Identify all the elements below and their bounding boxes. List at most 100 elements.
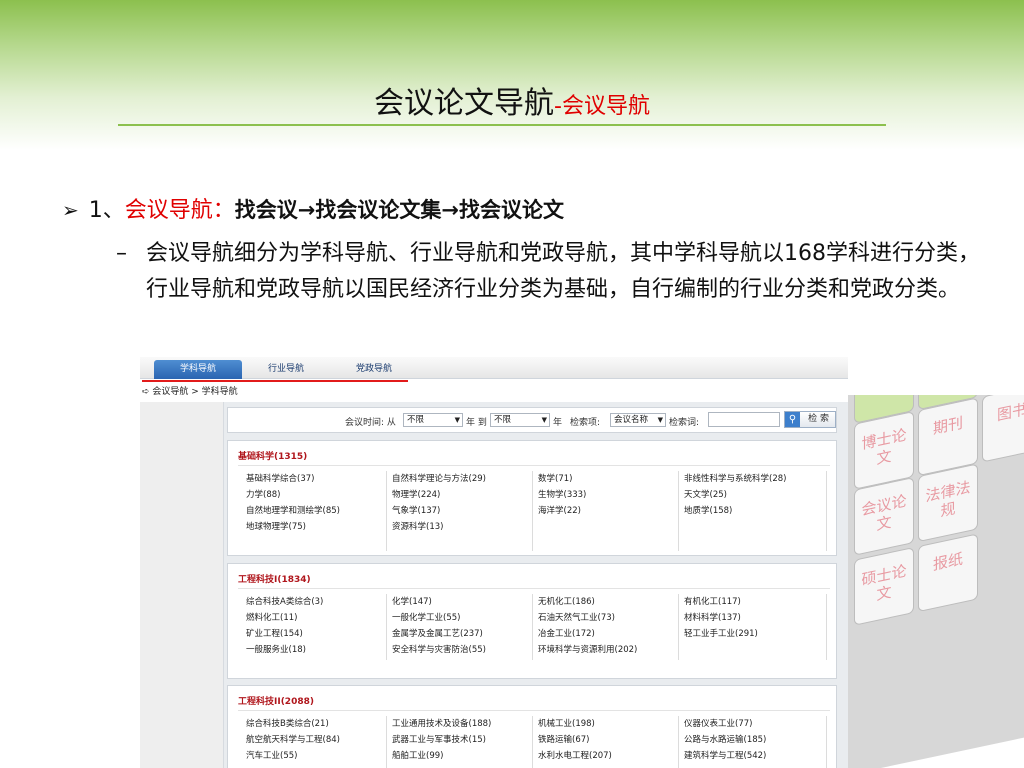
cube-tile: 博士论文 — [854, 410, 914, 490]
category-link[interactable]: 铁路运输(67) — [538, 732, 684, 748]
category-link[interactable]: 石油天然气工业(73) — [538, 610, 684, 626]
title-divider — [118, 124, 886, 126]
bullet-level2: – 会议导航细分为学科导航、行业导航和党政导航，其中学科导航以168学科进行分类… — [116, 236, 986, 308]
category-link[interactable]: 基础科学综合(37) — [246, 471, 392, 487]
section-engineering-1: 工程科技I(1834) 综合科技A类综合(3) 化学(147) 无机化工(186… — [227, 563, 837, 679]
keyword-label: 检索词: — [669, 418, 700, 428]
category-link[interactable]: 气象学(137) — [392, 503, 538, 519]
category-link[interactable]: 建筑科学与工程(542) — [684, 748, 830, 764]
year-to-label: 年 到 — [466, 418, 487, 428]
to-year-select[interactable]: 不限 ▼ — [490, 413, 550, 427]
category-link[interactable]: 自然科学理论与方法(29) — [392, 471, 538, 487]
search-button-label: 检 索 — [808, 414, 829, 424]
section-divider — [238, 588, 830, 589]
category-link[interactable]: 资源科学(13) — [392, 519, 538, 535]
category-link[interactable]: 非线性科学与系统科学(28) — [684, 471, 830, 487]
field-select[interactable]: 会议名称 ▼ — [610, 413, 666, 427]
section-title[interactable]: 工程科技II(2088) — [238, 694, 314, 707]
main-pane: 会议时间: 从 不限 ▼ 年 到 不限 ▼ 年 检索项: 会议名称 ▼ 检索词: ⚲ 检… — [223, 402, 848, 768]
category-link[interactable]: 水利水电工程(207) — [538, 748, 684, 764]
category-link[interactable]: 材料科学(137) — [684, 610, 830, 626]
tab-subject-nav[interactable]: 学科导航 — [154, 360, 242, 379]
header-gradient-band — [0, 0, 1024, 150]
category-link[interactable]: 轻工业手工业(291) — [684, 626, 830, 642]
category-link[interactable]: 物理学(224) — [392, 487, 538, 503]
section-title[interactable]: 工程科技I(1834) — [238, 572, 311, 585]
bullet-highlight: 会议导航： — [124, 198, 235, 223]
year-label: 年 — [553, 418, 563, 428]
category-link[interactable]: 船舶工业(99) — [392, 748, 538, 764]
chevron-down-icon: ▼ — [454, 416, 460, 424]
category-link[interactable]: 矿业工程(154) — [246, 626, 392, 642]
keyword-input[interactable] — [708, 412, 780, 427]
field-label: 检索项: — [570, 418, 601, 428]
embedded-screenshot: 学科导航 行业导航 党政导航 ➪ 会议导航 > 学科导航 会议时间: 从 不限 ▼… — [140, 357, 848, 768]
category-link[interactable]: 金属学及金属工艺(237) — [392, 626, 538, 642]
from-year-value: 不限 — [407, 415, 425, 425]
time-label: 会议时间: 从 — [345, 418, 396, 428]
category-link[interactable]: 天文学(25) — [684, 487, 830, 503]
bullet-description: 会议导航细分为学科导航、行业导航和党政导航，其中学科导航以168学科进行分类，行… — [146, 241, 980, 302]
category-link[interactable]: 海洋学(22) — [538, 503, 684, 519]
category-link[interactable]: 工业通用技术及设备(188) — [392, 716, 538, 732]
category-link[interactable]: 化学(147) — [392, 594, 538, 610]
category-link[interactable]: 燃料化工(11) — [246, 610, 392, 626]
cube-tile: 硕士论文 — [854, 546, 914, 626]
tab-party-nav[interactable]: 党政导航 — [330, 360, 418, 379]
section-divider — [238, 710, 830, 711]
category-link[interactable]: 数学(71) — [538, 471, 684, 487]
category-link[interactable]: 仪器仪表工业(77) — [684, 716, 830, 732]
bullet-number: 1、 — [88, 198, 125, 223]
category-link[interactable]: 武器工业与军事技术(15) — [392, 732, 538, 748]
from-year-select[interactable]: 不限 ▼ — [403, 413, 463, 427]
field-value: 会议名称 — [614, 415, 649, 425]
section-engineering-2: 工程科技II(2088) 综合科技B类综合(21) 工业通用技术及设备(188)… — [227, 685, 837, 768]
category-link[interactable]: 公路与水路运输(185) — [684, 732, 830, 748]
cube-tile: 报纸 — [918, 533, 978, 613]
category-link[interactable]: 冶金工业(172) — [538, 626, 684, 642]
category-link[interactable]: 自然地理学和测绘学(85) — [246, 503, 392, 519]
category-link[interactable]: 一般服务业(18) — [246, 642, 392, 658]
nav-tab-bar: 学科导航 行业导航 党政导航 — [140, 357, 848, 379]
cube-tile: 期刊 — [918, 397, 978, 477]
slide-title: 会议论文导航-会议导航 — [0, 78, 1024, 122]
category-link[interactable]: 生物学(333) — [538, 487, 684, 503]
category-link[interactable]: 汽车工业(55) — [246, 748, 392, 764]
category-link[interactable]: 无机化工(186) — [538, 594, 684, 610]
category-link[interactable]: 地球物理学(75) — [246, 519, 392, 535]
bullet-arrow-icon: ➢ — [62, 198, 79, 222]
section-divider — [238, 465, 830, 466]
search-icon: ⚲ — [785, 412, 800, 427]
tab-industry-nav[interactable]: 行业导航 — [242, 360, 330, 379]
section-basic-science: 基础科学(1315) 基础科学综合(37) 自然科学理论与方法(29) 数学(7… — [227, 440, 837, 556]
breadcrumb: ➪ 会议导航 > 学科导航 — [142, 387, 238, 397]
cube-face: 会议论文 法律法规 图书 期刊 博士论文 硕士论文 报纸 — [848, 395, 1024, 768]
search-bar: 会议时间: 从 不限 ▼ 年 到 不限 ▼ 年 检索项: 会议名称 ▼ 检索词: ⚲ 检… — [227, 407, 837, 433]
chevron-down-icon: ▼ — [541, 416, 547, 424]
category-link[interactable]: 综合科技B类综合(21) — [246, 716, 392, 732]
category-link[interactable]: 机械工业(198) — [538, 716, 684, 732]
category-link[interactable]: 环境科学与资源利用(202) — [538, 642, 684, 658]
bullet-level1: ➢ 1、会议导航：找会议→找会议论文集→找会议论文 — [62, 192, 564, 224]
slide-title-suffix: -会议导航 — [554, 94, 650, 119]
category-link[interactable]: 一般化学工业(55) — [392, 610, 538, 626]
category-link[interactable]: 安全科学与灾害防治(55) — [392, 642, 538, 658]
cube-tile: 图书 — [982, 395, 1024, 463]
cube-tile: 会议论文 — [854, 476, 914, 556]
bullet-dash: – — [116, 241, 127, 266]
left-pane — [140, 402, 223, 768]
category-link[interactable]: 有机化工(117) — [684, 594, 830, 610]
search-button[interactable]: ⚲ 检 索 — [784, 411, 836, 428]
category-link[interactable]: 航空航天科学与工程(84) — [246, 732, 392, 748]
category-link[interactable]: 力学(88) — [246, 487, 392, 503]
chevron-down-icon: ▼ — [657, 416, 663, 424]
category-link[interactable]: 综合科技A类综合(3) — [246, 594, 392, 610]
slide-title-main: 会议论文导航 — [374, 86, 555, 121]
rubik-cube-decoration: 会议论文 法律法规 图书 期刊 博士论文 硕士论文 报纸 — [848, 395, 1024, 768]
category-link[interactable]: 地质学(158) — [684, 503, 830, 519]
cube-tile: 法律法规 — [918, 463, 978, 543]
to-year-value: 不限 — [494, 415, 512, 425]
tab-red-underline — [142, 380, 408, 382]
section-title[interactable]: 基础科学(1315) — [238, 449, 307, 462]
bullet-flow: 找会议→找会议论文集→找会议论文 — [234, 198, 564, 222]
